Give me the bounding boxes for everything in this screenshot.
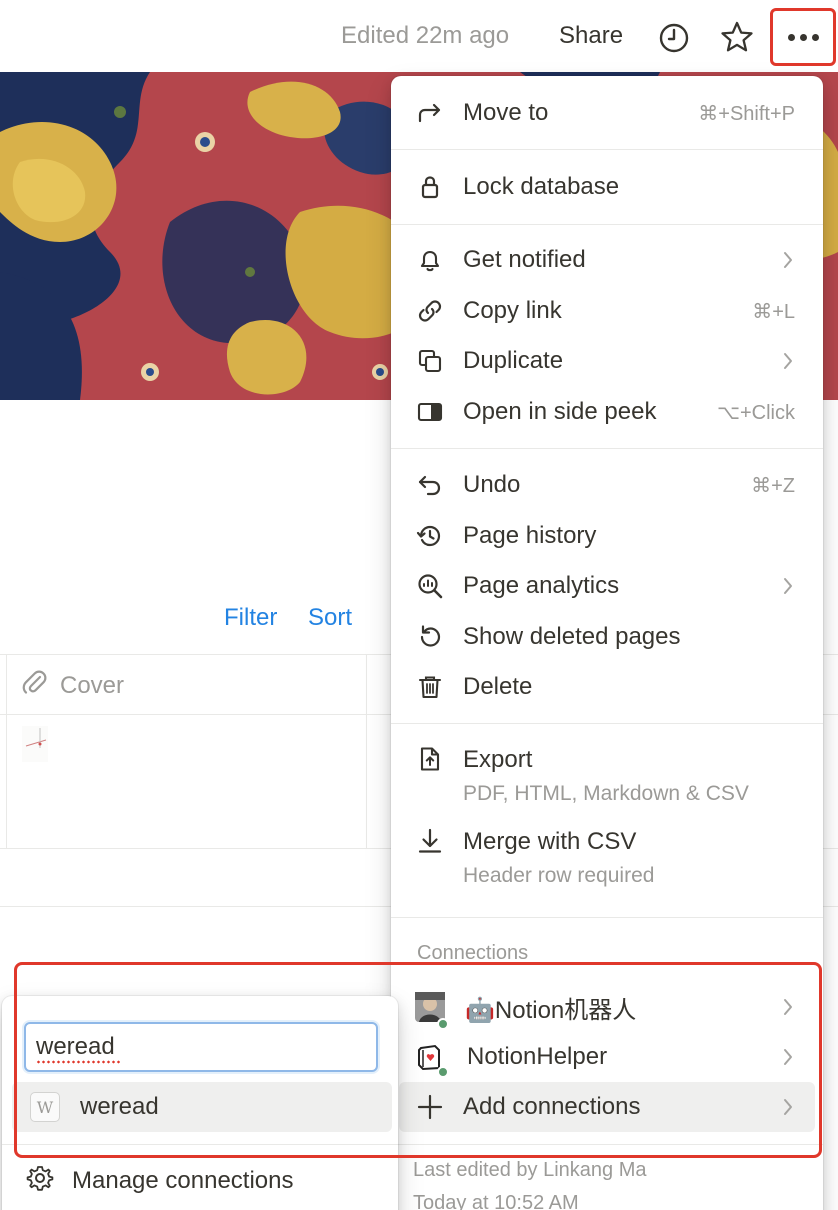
menu-divider	[391, 224, 823, 225]
menu-item-open-side-peek[interactable]: Open in side peek ⌥+Click	[391, 387, 823, 437]
last-edited-time: Today at 10:52 AM	[413, 1192, 579, 1210]
download-icon	[415, 826, 445, 856]
chevron-right-icon	[781, 1046, 795, 1068]
connection-result-label: weread	[80, 1093, 159, 1120]
menu-item-label: Copy link	[463, 297, 562, 324]
chevron-right-icon	[781, 996, 795, 1018]
menu-item-label: 🤖Notion机器人	[465, 996, 637, 1024]
bell-icon	[415, 245, 445, 275]
duplicate-icon	[415, 346, 445, 376]
top-bar: Edited 22m ago Share	[0, 0, 838, 72]
arrow-turn-right-icon	[415, 98, 445, 128]
manage-connections-label: Manage connections	[72, 1166, 294, 1194]
cover-thumbnail[interactable]	[20, 724, 52, 766]
spellcheck-underline	[36, 1060, 120, 1064]
menu-item-label: Open in side peek	[463, 398, 657, 425]
gear-icon	[26, 1164, 54, 1197]
menu-item-label: Page history	[463, 522, 597, 549]
menu-item-label: Delete	[463, 673, 533, 700]
menu-item-export[interactable]: Export PDF, HTML, Markdown & CSV	[391, 734, 823, 814]
menu-divider	[391, 723, 823, 724]
menu-divider	[391, 917, 823, 918]
chevron-right-icon	[781, 1096, 795, 1118]
menu-item-copy-link[interactable]: Copy link ⌘+L	[391, 286, 823, 336]
menu-item-add-connections[interactable]: Add connections	[399, 1082, 815, 1132]
menu-divider	[391, 448, 823, 449]
menu-item-connection-notion-robot[interactable]: 🤖Notion机器人	[391, 982, 823, 1032]
share-button[interactable]: Share	[559, 22, 623, 50]
menu-item-label: Merge with CSV	[463, 828, 637, 855]
menu-item-show-deleted-pages[interactable]: Show deleted pages	[391, 612, 823, 662]
star-icon[interactable]	[720, 20, 754, 54]
connection-result-weread[interactable]: W weread	[12, 1082, 392, 1132]
menu-item-label: Show deleted pages	[463, 623, 681, 650]
menu-item-label: Lock database	[463, 173, 620, 200]
export-icon	[415, 744, 445, 774]
connections-search-input[interactable]	[24, 1022, 378, 1072]
menu-item-get-notified[interactable]: Get notified	[391, 235, 823, 285]
menu-item-label: Move to	[463, 99, 549, 126]
chevron-right-icon	[781, 350, 795, 372]
chevron-right-icon	[781, 249, 795, 271]
menu-item-label: Export	[463, 746, 533, 773]
more-icon	[787, 33, 795, 41]
menu-item-label: Undo	[463, 471, 521, 498]
last-edited-by: Last edited by Linkang Ma	[413, 1159, 647, 1181]
menu-item-page-history[interactable]: Page history	[391, 511, 823, 561]
clock-icon[interactable]	[658, 22, 690, 54]
history-icon	[415, 521, 445, 551]
side-peek-icon	[415, 397, 445, 427]
sort-button[interactable]: Sort	[308, 604, 352, 632]
table-column-divider	[366, 654, 367, 848]
weread-icon: W	[30, 1092, 60, 1122]
menu-item-page-analytics[interactable]: Page analytics	[391, 561, 823, 611]
menu-item-shortcut: ⌘+Z	[751, 474, 795, 497]
menu-item-label: NotionHelper	[467, 1043, 608, 1070]
link-icon	[415, 296, 445, 326]
menu-item-description: PDF, HTML, Markdown & CSV	[463, 782, 749, 805]
analytics-icon	[415, 571, 445, 601]
add-connections-popup: W weread Manage connections	[2, 996, 398, 1210]
trash-icon	[415, 672, 445, 702]
lock-icon	[415, 172, 445, 202]
online-status-dot	[437, 1018, 449, 1030]
plus-icon	[415, 1092, 445, 1122]
menu-item-description: Header row required	[463, 864, 655, 887]
menu-item-shortcut: ⌘+L	[752, 300, 795, 323]
menu-item-delete[interactable]: Delete	[391, 662, 823, 712]
table-left-border	[6, 654, 7, 848]
menu-item-lock-database[interactable]: Lock database	[391, 162, 823, 212]
menu-divider	[391, 1144, 823, 1145]
menu-item-duplicate[interactable]: Duplicate	[391, 336, 823, 386]
manage-connections-button[interactable]: Manage connections	[26, 1164, 293, 1197]
menu-item-shortcut: ⌘+Shift+P	[698, 102, 795, 125]
column-header-label: Cover	[60, 671, 125, 699]
connections-section-title: Connections	[417, 942, 529, 964]
undo-icon	[415, 470, 445, 500]
page-options-menu: Move to ⌘+Shift+P Lock database Get noti…	[391, 76, 823, 1210]
menu-divider	[391, 149, 823, 150]
restore-icon	[415, 622, 445, 652]
menu-item-label: Duplicate	[463, 347, 564, 374]
chevron-right-icon	[781, 575, 795, 597]
menu-item-label: Get notified	[463, 246, 586, 273]
edited-status: Edited 22m ago	[341, 22, 510, 49]
popup-divider	[2, 1144, 398, 1145]
menu-item-label: Page analytics	[463, 572, 620, 599]
menu-item-merge-csv[interactable]: Merge with CSV Header row required	[391, 816, 823, 896]
menu-item-move-to[interactable]: Move to ⌘+Shift+P	[391, 88, 823, 138]
filter-button[interactable]: Filter	[224, 604, 277, 632]
menu-item-undo[interactable]: Undo ⌘+Z	[391, 460, 823, 510]
menu-item-connection-notionhelper[interactable]: NotionHelper	[391, 1032, 823, 1082]
column-header-cover[interactable]: Cover	[20, 668, 124, 703]
menu-item-label: Add connections	[463, 1093, 641, 1120]
more-options-button[interactable]	[770, 8, 836, 66]
online-status-dot	[437, 1066, 449, 1078]
paperclip-icon	[20, 668, 48, 703]
menu-item-shortcut: ⌥+Click	[716, 401, 795, 424]
